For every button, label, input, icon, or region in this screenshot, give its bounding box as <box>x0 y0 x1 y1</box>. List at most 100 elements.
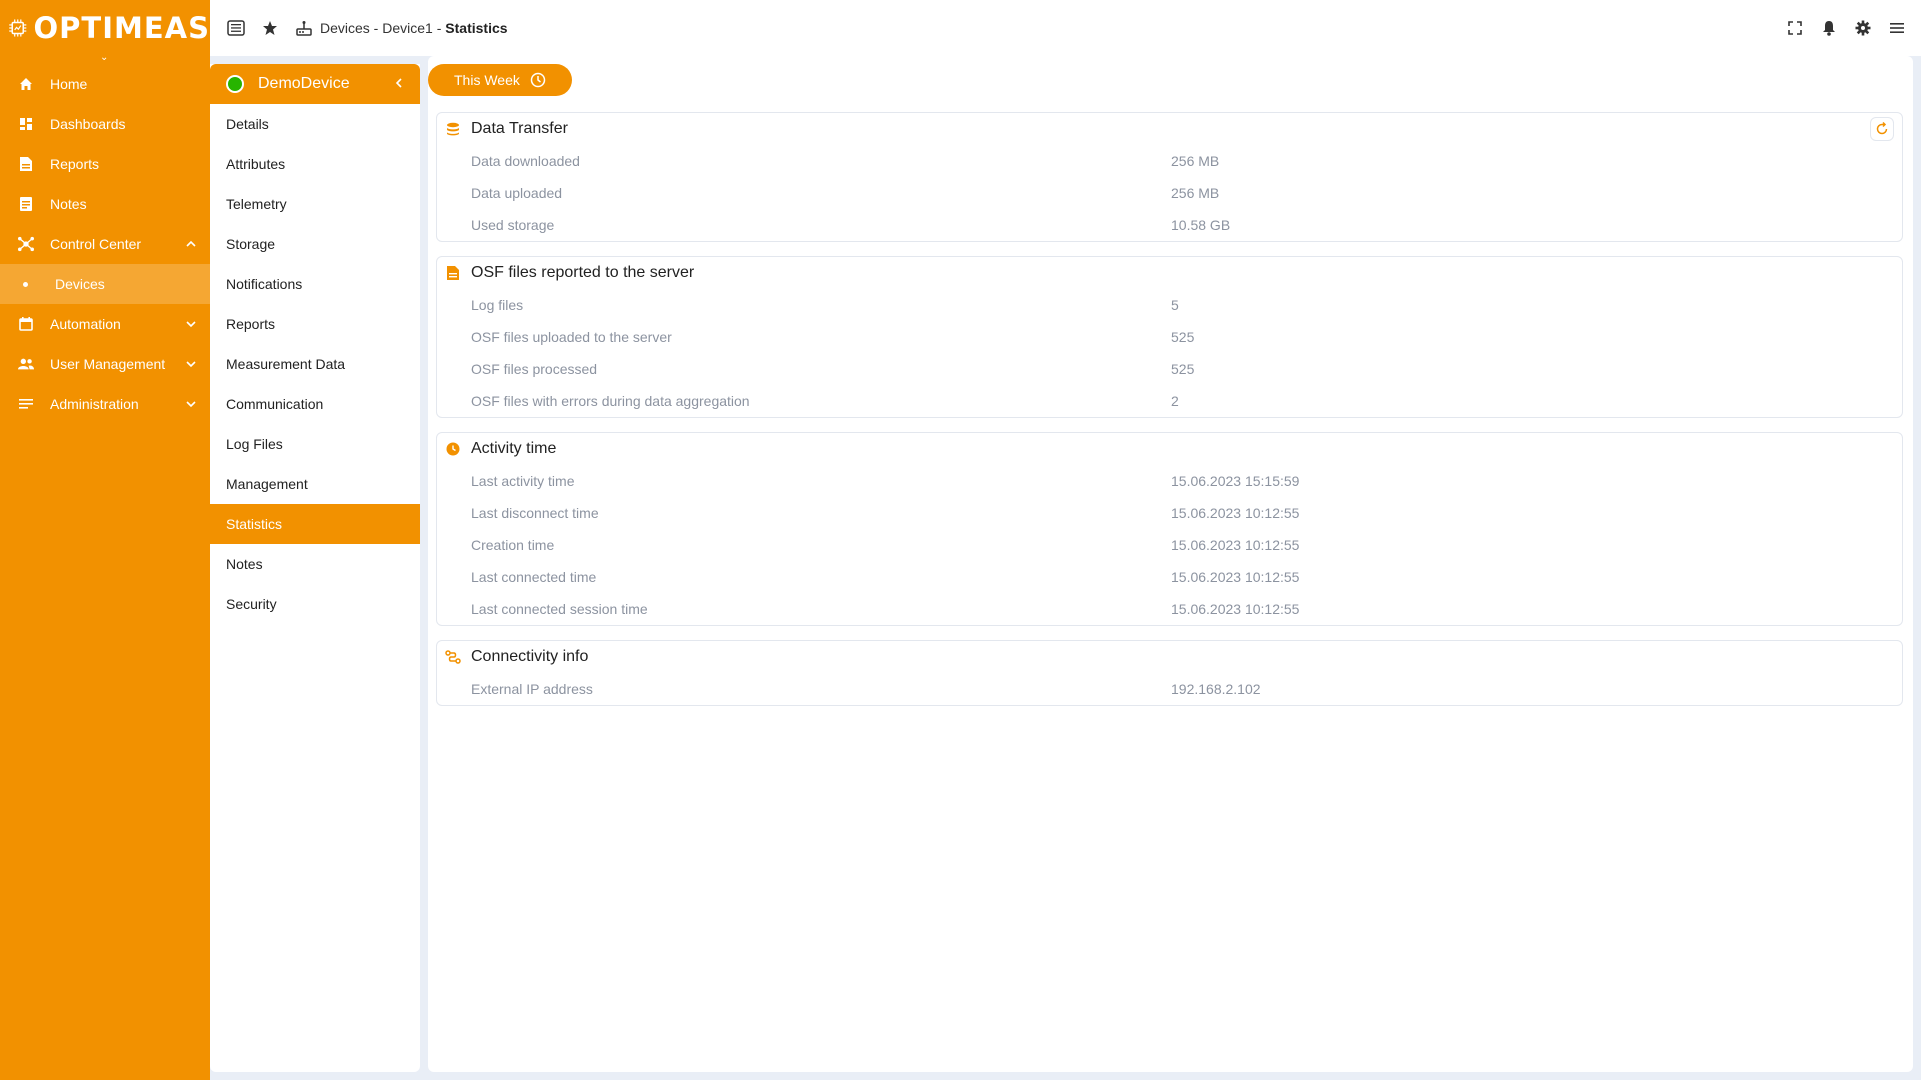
stat-row: Data downloaded 256 MB <box>437 145 1902 177</box>
dashboard-icon <box>18 116 34 132</box>
stat-label: Used storage <box>471 217 555 233</box>
stat-row: Last connected session time 15.06.2023 10… <box>437 593 1902 625</box>
stat-label: Last connected time <box>471 569 597 585</box>
toggle-sidebar-icon[interactable] <box>226 18 246 38</box>
tab-security[interactable]: Security <box>210 584 420 624</box>
stat-row: OSF files with errors during data aggreg… <box>437 385 1902 417</box>
stat-value: 15.06.2023 15:15:59 <box>1171 473 1300 489</box>
nav-item-administration[interactable]: Administration <box>0 384 210 424</box>
database-icon <box>445 121 461 137</box>
calendar-icon <box>18 316 34 332</box>
notes-icon <box>18 196 34 212</box>
card-header: Data Transfer <box>437 113 1902 145</box>
chevron-up-icon <box>186 240 196 247</box>
star-icon[interactable] <box>260 18 280 38</box>
nav-item-notes[interactable]: Notes <box>0 184 210 224</box>
breadcrumb-separator: - <box>432 20 446 36</box>
chevron-down-icon <box>186 361 196 368</box>
stat-label: OSF files with errors during data aggreg… <box>471 393 750 409</box>
stat-row: Last connected time 15.06.2023 10:12:55 <box>437 561 1902 593</box>
nav-item-dashboards[interactable]: Dashboards <box>0 104 210 144</box>
stat-label: External IP address <box>471 681 593 697</box>
tab-communication[interactable]: Communication <box>210 384 420 424</box>
nav-item-user-management[interactable]: User Management <box>0 344 210 384</box>
top-bar-actions <box>1785 18 1907 38</box>
card-title: OSF files reported to the server <box>471 264 695 281</box>
period-selector-button[interactable]: This Week <box>428 64 572 96</box>
connectivity-info-card: Connectivity info External IP address 192… <box>436 640 1903 706</box>
nav-label: Automation <box>50 316 121 332</box>
report-icon <box>18 156 34 172</box>
tab-measurement-data[interactable]: Measurement Data <box>210 344 420 384</box>
breadcrumb: Devices - Device1 - Statistics <box>294 18 508 38</box>
breadcrumb-device[interactable]: Device1 <box>382 20 433 36</box>
nav-item-reports[interactable]: Reports <box>0 144 210 184</box>
device-name: DemoDevice <box>258 75 350 92</box>
breadcrumb-devices[interactable]: Devices <box>320 20 370 36</box>
tab-notifications[interactable]: Notifications <box>210 264 420 304</box>
stat-label: Last activity time <box>471 473 575 489</box>
refresh-button[interactable] <box>1870 117 1894 141</box>
brand-chevron-down-icon[interactable]: ⌄ <box>100 52 108 63</box>
device-subnav: DemoDevice Details Attributes Telemetry … <box>210 64 420 1072</box>
stat-label: Last connected session time <box>471 601 648 617</box>
stat-row: External IP address 192.168.2.102 <box>437 673 1902 705</box>
stat-value: 525 <box>1171 361 1195 377</box>
chevron-left-icon[interactable] <box>392 76 406 90</box>
tab-details[interactable]: Details <box>210 104 420 144</box>
main-nav: Home Dashboards Reports Notes Control Ce… <box>0 64 210 424</box>
tab-statistics[interactable]: Statistics <box>210 504 420 544</box>
nav-item-automation[interactable]: Automation <box>0 304 210 344</box>
card-header: Connectivity info <box>437 641 1902 673</box>
stat-value: 256 MB <box>1171 153 1220 169</box>
nav-item-devices[interactable]: Devices <box>0 264 210 304</box>
tab-log-files[interactable]: Log Files <box>210 424 420 464</box>
period-label: This Week <box>454 72 520 88</box>
osf-files-card: OSF files reported to the server Log fil… <box>436 256 1903 418</box>
activity-time-card: Activity time Last activity time 15.06.20… <box>436 432 1903 626</box>
stat-row: Data uploaded 256 MB <box>437 177 1902 209</box>
tab-management[interactable]: Management <box>210 464 420 504</box>
menu-icon[interactable] <box>1887 18 1907 38</box>
nav-label: Home <box>50 76 88 92</box>
stat-row: Last activity time 15.06.2023 15:15:59 <box>437 465 1902 497</box>
bullet-icon <box>23 281 28 287</box>
stat-label: Log files <box>471 297 524 313</box>
brand-name: OPTIMEAS <box>33 11 210 45</box>
stat-value: 15.06.2023 10:12:55 <box>1171 569 1300 585</box>
stat-value: 525 <box>1171 329 1195 345</box>
refresh-icon <box>1876 122 1888 135</box>
nav-item-home[interactable]: Home <box>0 64 210 104</box>
connection-icon <box>445 649 461 665</box>
chevron-down-icon <box>186 321 196 328</box>
chip-logo-icon <box>9 19 27 37</box>
breadcrumb-separator: - <box>369 20 383 36</box>
nav-item-control-center[interactable]: Control Center <box>0 224 210 264</box>
stat-row: OSF files uploaded to the server 525 <box>437 321 1902 353</box>
fullscreen-icon[interactable] <box>1785 18 1805 38</box>
admin-list-icon <box>18 396 34 412</box>
tab-notes[interactable]: Notes <box>210 544 420 584</box>
bell-icon[interactable] <box>1819 18 1839 38</box>
router-icon <box>294 18 314 38</box>
tab-attributes[interactable]: Attributes <box>210 144 420 184</box>
online-status-icon <box>226 75 244 93</box>
file-icon <box>445 265 461 281</box>
stat-row: Log files 5 <box>437 289 1902 321</box>
brand-logo[interactable]: OPTIMEAS <box>0 0 210 56</box>
card-header: OSF files reported to the server <box>437 257 1902 289</box>
nav-label: Notes <box>50 196 87 212</box>
tab-telemetry[interactable]: Telemetry <box>210 184 420 224</box>
stat-value: 15.06.2023 10:12:55 <box>1171 601 1300 617</box>
stat-row: Creation time 15.06.2023 10:12:55 <box>437 529 1902 561</box>
stat-value: 256 MB <box>1171 185 1220 201</box>
tab-storage[interactable]: Storage <box>210 224 420 264</box>
stat-value: 15.06.2023 10:12:55 <box>1171 505 1300 521</box>
gear-icon[interactable] <box>1853 18 1873 38</box>
stat-label: Data downloaded <box>471 153 580 169</box>
tab-reports[interactable]: Reports <box>210 304 420 344</box>
nav-label: Devices <box>55 276 105 292</box>
main-sidebar: OPTIMEAS ⌄ Home Dashboards Reports Notes… <box>0 0 210 1080</box>
stat-label: OSF files uploaded to the server <box>471 329 672 345</box>
stat-value: 2 <box>1171 393 1179 409</box>
